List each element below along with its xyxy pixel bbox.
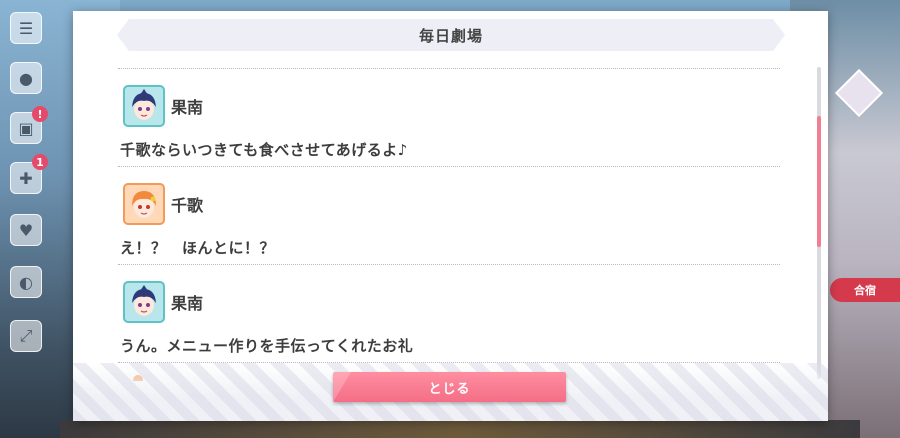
daily-theater-dialog: 毎日劇場 果南 千歌ならいつきても食べさせてあげるよ♪ 千歌 え！？ ほんとに！… xyxy=(73,11,828,421)
speaker-row: 果南 xyxy=(123,281,203,323)
speaker-row: 果南 xyxy=(123,85,203,127)
background-floor xyxy=(60,420,860,438)
kanan-portrait-icon xyxy=(123,281,165,323)
heart-icon[interactable]: ♥ xyxy=(10,214,42,246)
dialog-footer: とじる xyxy=(73,363,828,421)
scrollbar[interactable] xyxy=(817,67,821,379)
kanan-portrait-icon xyxy=(123,85,165,127)
dialogue-entry: 果南 千歌ならいつきても食べさせてあげるよ♪ xyxy=(118,69,780,166)
dialogue-text: 千歌ならいつきても食べさせてあげるよ♪ xyxy=(120,141,408,159)
dialog-title: 毎日劇場 xyxy=(418,26,483,45)
dialogue-log[interactable]: 果南 千歌ならいつきても食べさせてあげるよ♪ 千歌 え！？ ほんとに！？ 果南 … xyxy=(118,68,780,368)
speaker-row: 千歌 xyxy=(123,183,203,225)
dialogue-entry: 果南 うん。メニュー作りを手伝ってくれたお礼 xyxy=(118,265,780,362)
scrollbar-thumb[interactable] xyxy=(817,116,821,247)
dialog-header: 毎日劇場 xyxy=(117,19,785,51)
speaker-name: 千歌 xyxy=(171,196,204,215)
kanan-face-icon xyxy=(132,89,156,120)
speaker-name: 果南 xyxy=(171,98,204,117)
camp-label[interactable]: 合宿 xyxy=(830,278,900,302)
dialogue-text: え！？ ほんとに！？ xyxy=(120,239,276,257)
dialogue-entry: 千歌 え！？ ほんとに！？ xyxy=(118,167,780,264)
menu-icon[interactable]: ☰ xyxy=(10,12,42,44)
kanan-face-icon xyxy=(132,285,156,316)
chat-icon[interactable]: ● xyxy=(10,62,42,94)
notification-badge: ! xyxy=(32,106,48,122)
character-icon[interactable]: ◐ xyxy=(10,266,42,298)
expand-icon[interactable]: ⤢ xyxy=(10,320,42,352)
chika-face-icon xyxy=(132,191,156,218)
speaker-name: 果南 xyxy=(171,294,204,313)
count-badge: 1 xyxy=(32,154,48,170)
close-button[interactable]: とじる xyxy=(333,372,566,402)
dialogue-text: うん。メニュー作りを手伝ってくれたお礼 xyxy=(120,337,414,355)
chika-portrait-icon xyxy=(123,183,165,225)
